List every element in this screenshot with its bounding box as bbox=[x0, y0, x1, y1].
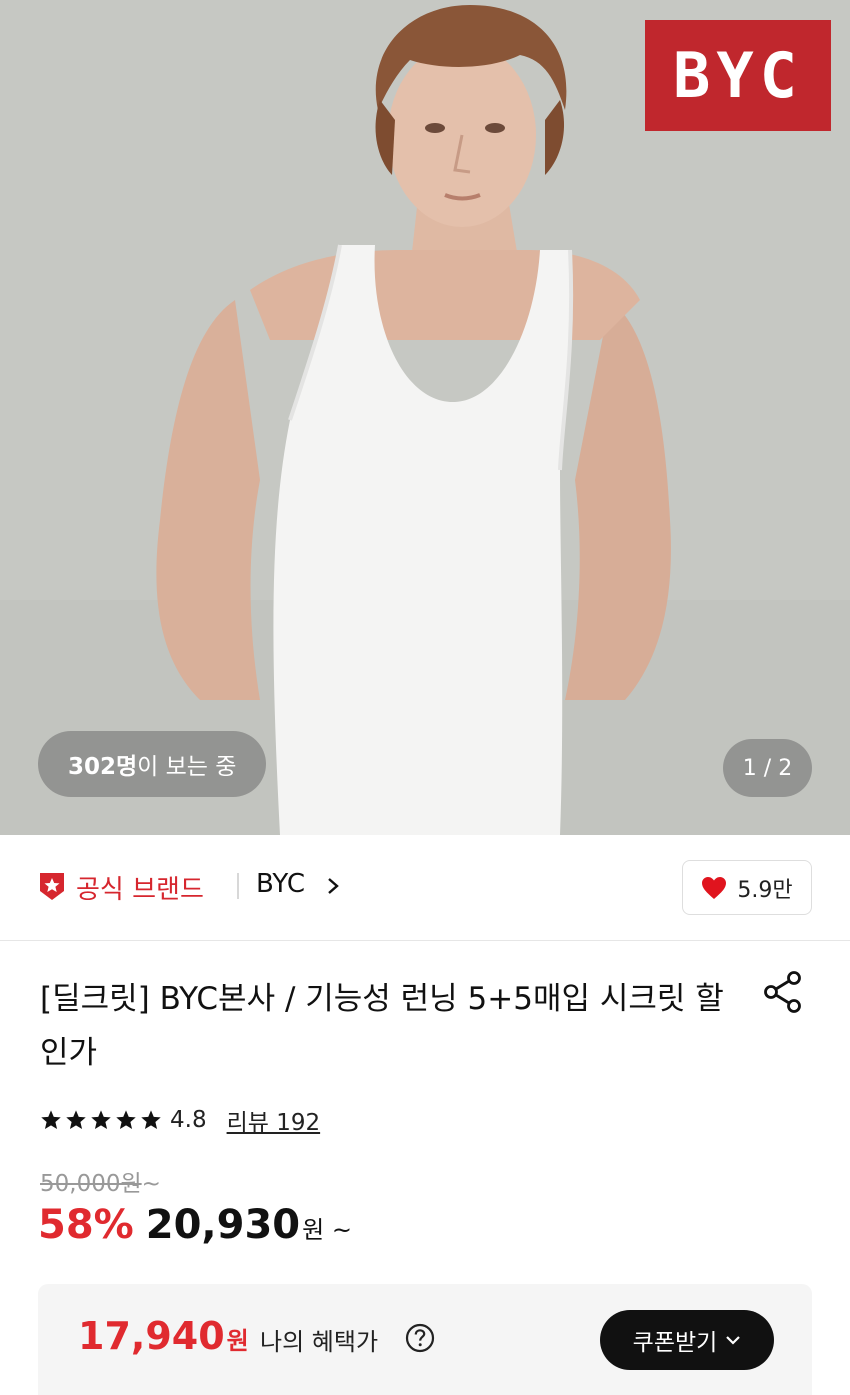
rating-value: 4.8 bbox=[170, 1107, 207, 1133]
discount-rate: 58% bbox=[38, 1202, 134, 1248]
original-price: 50,000원~ bbox=[40, 1164, 161, 1198]
star-rating bbox=[40, 1109, 162, 1131]
pager-text: 1 / 2 bbox=[742, 755, 793, 781]
brand-row: 공식 브랜드 BYC 5.9만 bbox=[0, 835, 850, 941]
price-row: 58% 20,930 원 ~ bbox=[38, 1202, 352, 1248]
product-image-carousel[interactable]: BYC 302명 이 보는 중 1 / 2 bbox=[0, 0, 850, 835]
star-icon bbox=[41, 1110, 61, 1129]
review-link[interactable]: 리뷰 192 bbox=[227, 1103, 321, 1137]
viewers-badge: 302명 이 보는 중 bbox=[38, 731, 267, 797]
benefit-price: 17,940 원 bbox=[78, 1314, 249, 1358]
original-price-value: 50,000원 bbox=[40, 1171, 142, 1197]
coupon-button-label: 쿠폰받기 bbox=[632, 1330, 718, 1356]
brand-link[interactable]: BYC bbox=[256, 869, 305, 899]
share-icon[interactable] bbox=[762, 970, 804, 1014]
star-icon bbox=[91, 1110, 111, 1129]
question-icon[interactable] bbox=[405, 1323, 435, 1353]
benefit-price-unit: 원 bbox=[226, 1327, 249, 1355]
chevron-down-icon bbox=[726, 1336, 741, 1345]
brand-logo-text: BYC bbox=[673, 39, 803, 112]
rating-row: 4.8 리뷰 192 bbox=[40, 1103, 320, 1137]
product-title: [딜크릿] BYC본사 / 기능성 런닝 5+5매입 시크릿 할인가 bbox=[40, 981, 724, 1071]
benefit-box: 17,940 원 나의 혜택가 쿠폰받기 bbox=[38, 1284, 812, 1395]
like-button[interactable]: 5.9만 bbox=[682, 860, 812, 915]
original-price-suffix: ~ bbox=[141, 1171, 161, 1197]
benefit-price-value: 17,940 bbox=[78, 1314, 225, 1358]
viewers-count: 302명 bbox=[68, 754, 138, 780]
chevron-right-icon[interactable] bbox=[326, 877, 340, 895]
image-pager: 1 / 2 bbox=[723, 739, 812, 797]
star-icon bbox=[141, 1110, 161, 1129]
viewers-suffix: 이 보는 중 bbox=[137, 754, 237, 780]
star-badge-icon bbox=[40, 873, 64, 900]
heart-icon bbox=[702, 876, 727, 899]
star-icon bbox=[116, 1110, 136, 1129]
sale-price-unit: 원 ~ bbox=[302, 1216, 352, 1244]
like-count: 5.9만 bbox=[737, 877, 793, 903]
star-icon bbox=[66, 1110, 86, 1129]
official-brand-label: 공식 브랜드 bbox=[76, 875, 204, 905]
divider bbox=[237, 873, 239, 899]
sale-price: 20,930 bbox=[145, 1202, 301, 1248]
benefit-label: 나의 혜택가 bbox=[260, 1328, 379, 1356]
coupon-button[interactable]: 쿠폰받기 bbox=[600, 1310, 774, 1370]
brand-logo: BYC bbox=[645, 20, 831, 131]
